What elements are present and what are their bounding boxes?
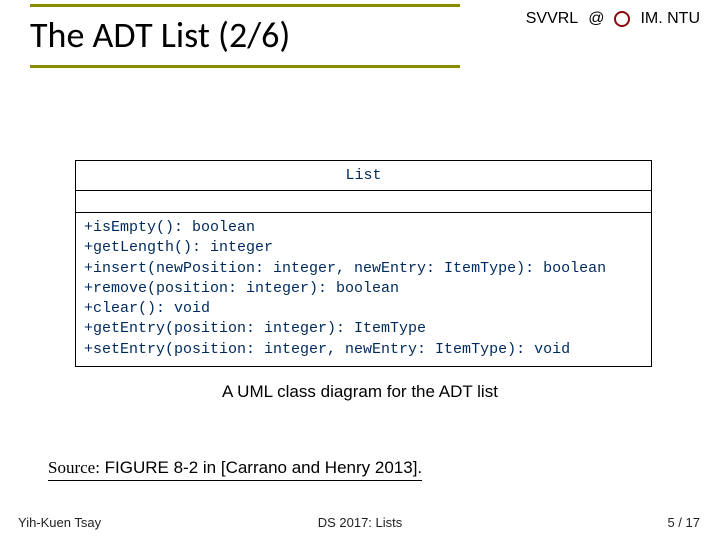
title-rule-bottom bbox=[30, 65, 460, 68]
org-right: IM. NTU bbox=[640, 10, 700, 28]
at-symbol: @ bbox=[588, 10, 604, 28]
title-area: The ADT List (2/6) bbox=[30, 4, 460, 68]
uml-operation: +setEntry(position: integer, newEntry: I… bbox=[84, 340, 643, 360]
uml-operations-compartment: +isEmpty(): boolean +getLength(): intege… bbox=[76, 213, 651, 366]
uml-operation: +insert(newPosition: integer, newEntry: … bbox=[84, 259, 643, 279]
source-text: FIGURE 8-2 in [Carrano and Henry 2013]. bbox=[100, 458, 422, 477]
uml-operation: +isEmpty(): boolean bbox=[84, 218, 643, 238]
uml-operation: +remove(position: integer): boolean bbox=[84, 279, 643, 299]
slide: SVVRL @ IM. NTU The ADT List (2/6) List … bbox=[0, 0, 720, 540]
page-title: The ADT List (2/6) bbox=[30, 13, 460, 57]
logo-icon bbox=[614, 11, 630, 27]
uml-class-box: List +isEmpty(): boolean +getLength(): i… bbox=[75, 160, 652, 367]
uml-operation: +getEntry(position: integer): ItemType bbox=[84, 319, 643, 339]
uml-class-name: List bbox=[76, 161, 651, 191]
source-label: Source: bbox=[48, 458, 100, 477]
figure-caption: A UML class diagram for the ADT list bbox=[0, 382, 720, 402]
title-rule-top bbox=[30, 4, 460, 7]
uml-attributes-compartment bbox=[76, 191, 651, 213]
header-right: SVVRL @ IM. NTU bbox=[526, 10, 700, 28]
org-left: SVVRL bbox=[526, 10, 578, 28]
uml-operation: +getLength(): integer bbox=[84, 238, 643, 258]
uml-operation: +clear(): void bbox=[84, 299, 643, 319]
footer-course: DS 2017: Lists bbox=[0, 515, 720, 530]
source-citation: Source: FIGURE 8-2 in [Carrano and Henry… bbox=[48, 458, 422, 481]
